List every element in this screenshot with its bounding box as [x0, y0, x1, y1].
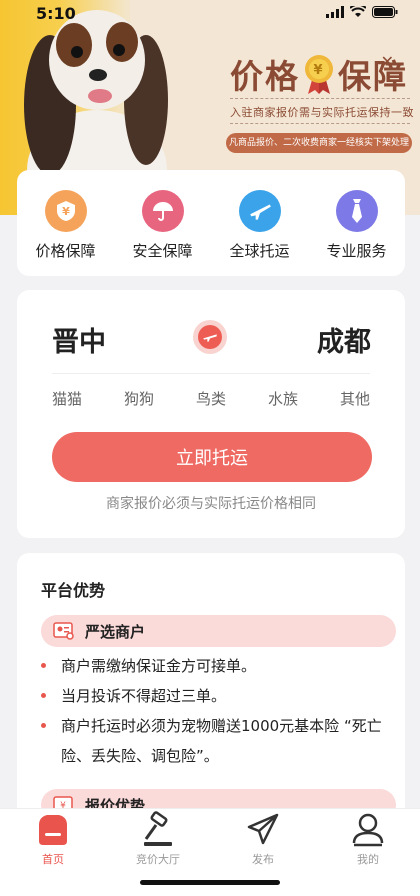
coin-shield-icon: ¥ [44, 190, 87, 232]
service-label: 全球托运 [229, 242, 290, 260]
umbrella-icon [141, 190, 184, 232]
price-note: 商家报价必须与实际托运价格相同 [106, 496, 316, 512]
wifi-icon [350, 6, 366, 17]
status-time: 5:10 [36, 4, 76, 23]
home-icon [39, 815, 67, 845]
service-professional[interactable]: 专业服务 [312, 190, 402, 261]
paper-plane-icon [247, 813, 279, 845]
airplane-icon [198, 325, 222, 349]
ship-now-button[interactable]: 立即托运 [52, 432, 372, 482]
tab-label: 首页 [42, 853, 64, 866]
list-item: 当月投诉不得超过三单。 [41, 681, 391, 711]
home-indicator [140, 880, 280, 885]
pet-type-dog[interactable]: 狗狗 [109, 388, 169, 409]
banner-divider [230, 98, 410, 99]
service-safety-guarantee[interactable]: 安全保障 [118, 190, 208, 261]
signal-icon [326, 6, 344, 18]
svg-text:¥: ¥ [62, 205, 70, 218]
section-title: 平台优势 [41, 581, 106, 600]
tab-label: 发布 [252, 853, 274, 866]
medal-icon: ¥ [305, 55, 333, 94]
banner-divider [230, 123, 410, 124]
tab-label: 我的 [357, 853, 379, 866]
shipping-route-card: 晋中 成都 猫猫 狗狗 鸟类 水族 其他 立即托运 商家报价必须与实际托运价格相… [17, 290, 405, 538]
pet-type-cat[interactable]: 猫猫 [37, 388, 97, 409]
gavel-icon [144, 811, 172, 846]
route-swap-button[interactable] [193, 320, 227, 354]
pet-type-other[interactable]: 其他 [325, 388, 385, 409]
status-icons [326, 6, 398, 18]
service-label: 安全保障 [132, 242, 193, 260]
airplane-icon [238, 190, 281, 232]
banner-subtitle: 入驻商家报价需与实际托运保持一致 [230, 106, 414, 119]
advantage-list: 商户需缴纳保证金方可接单。 当月投诉不得超过三单。 商户托运时必须为宠物赠送10… [41, 651, 391, 771]
banner-close-icon[interactable]: ✕ [381, 52, 394, 71]
user-icon [352, 813, 384, 847]
route-divider [52, 373, 370, 374]
list-item: 商户需缴纳保证金方可接单。 [41, 651, 391, 681]
banner-title-left: 价格 [230, 57, 300, 96]
advantage-header: 严选商户 [41, 615, 396, 647]
service-global-shipping[interactable]: 全球托运 [215, 190, 305, 261]
list-item: 商户托运时必须为宠物赠送1000元基本险 “死亡险、丢失险、调包险”。 [41, 711, 391, 771]
banner-notice-pill: 凡商品报价、二次收费商家一经核实下架处理 [226, 133, 412, 153]
service-label: 专业服务 [326, 242, 387, 260]
id-card-icon [53, 622, 74, 640]
tab-publish[interactable]: 发布 [223, 811, 303, 867]
tab-label: 竞价大厅 [136, 853, 180, 866]
medal-symbol: ¥ [313, 63, 324, 78]
from-city[interactable]: 晋中 [52, 320, 106, 359]
tab-bidding-hall[interactable]: 竞价大厅 [118, 811, 198, 867]
service-label: 价格保障 [35, 242, 96, 260]
battery-icon [372, 6, 398, 18]
banner-title-right: 保障 [338, 57, 408, 96]
tab-mine[interactable]: 我的 [328, 811, 408, 867]
advantage-header-label: 严选商户 [85, 622, 146, 641]
to-city[interactable]: 成都 [317, 320, 371, 359]
services-card: ¥ 价格保障 安全保障 全球托运 专业服务 [17, 170, 405, 276]
pet-type-bird[interactable]: 鸟类 [181, 388, 241, 409]
tab-home[interactable]: 首页 [13, 811, 93, 867]
tie-icon [335, 190, 378, 232]
service-price-guarantee[interactable]: ¥ 价格保障 [21, 190, 111, 261]
pet-type-selector: 猫猫 狗狗 鸟类 水族 其他 [37, 388, 385, 409]
pet-type-aquatic[interactable]: 水族 [253, 388, 313, 409]
